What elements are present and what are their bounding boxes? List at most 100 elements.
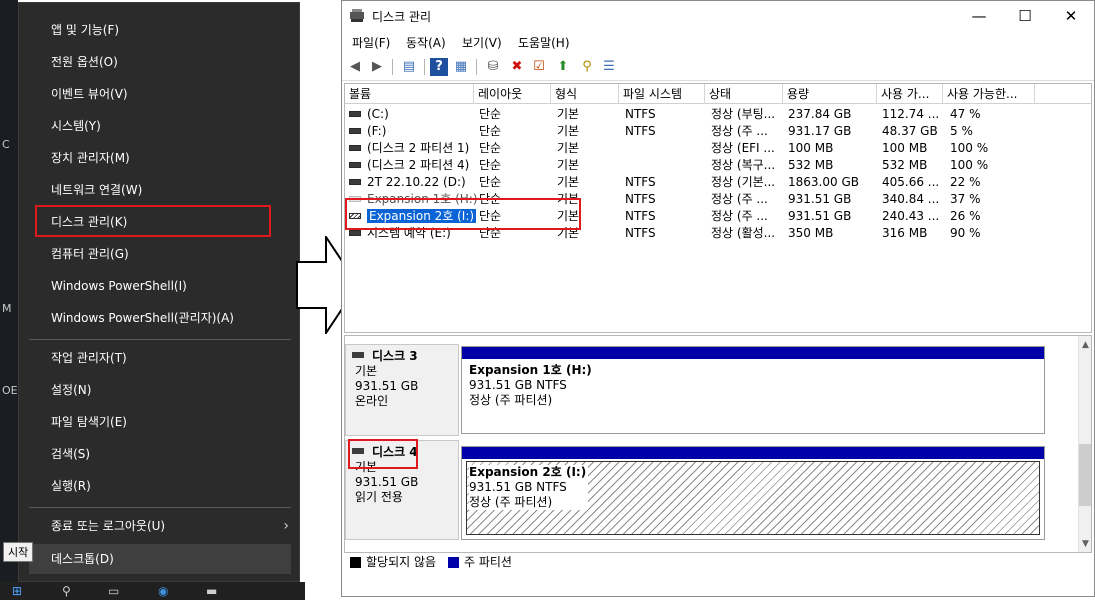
- disk-management-window: 디스크 관리 — ☐ ✕ 파일(F) 동작(A) 보기(V) 도움말(H) ◀ …: [341, 0, 1095, 597]
- menu-file[interactable]: 파일(F): [352, 34, 390, 51]
- close-button[interactable]: ✕: [1048, 1, 1094, 31]
- forward-icon[interactable]: ▶: [368, 58, 386, 76]
- menu-item-label: 시스템(Y): [51, 119, 101, 133]
- menu-item-file-explorer[interactable]: 파일 탐색기(E): [29, 407, 291, 437]
- menu-item-device-manager[interactable]: 장치 관리자(M): [29, 143, 291, 173]
- up-folder-icon[interactable]: ⬆: [554, 58, 572, 76]
- menu-item-settings[interactable]: 설정(N): [29, 375, 291, 405]
- windows-start-icon[interactable]: ⊞: [12, 584, 22, 598]
- cell-status: 정상 (복구...: [711, 158, 776, 172]
- menu-item-powershell-admin[interactable]: Windows PowerShell(관리자)(A): [29, 303, 291, 333]
- table-row[interactable]: (C:) 단순 기본 NTFS 정상 (부팅... 237.84 GB 112.…: [345, 106, 1091, 123]
- search-folder-icon[interactable]: ⚲: [578, 58, 596, 76]
- toolbar-separator: [392, 59, 393, 75]
- cell-capacity: 1863.00 GB: [788, 175, 859, 189]
- menu-item-label: 컴퓨터 관리(G): [51, 247, 129, 261]
- task-view-icon[interactable]: ▭: [108, 584, 119, 598]
- cell-capacity: 100 MB: [788, 141, 834, 155]
- menu-item-run[interactable]: 실행(R): [29, 471, 291, 501]
- delete-icon[interactable]: ✖: [508, 58, 526, 76]
- menu-item-label: Windows PowerShell(I): [51, 279, 187, 293]
- menu-item-search[interactable]: 검색(S): [29, 439, 291, 469]
- search-icon[interactable]: ⚲: [62, 584, 71, 598]
- disk-icon: [352, 352, 364, 358]
- table-row[interactable]: (디스크 2 파티션 1) 단순 기본 정상 (EFI ... 100 MB 1…: [345, 140, 1091, 157]
- desktop-icon-label-fragment: OE: [2, 384, 18, 397]
- legend-label-primary: 주 파티션: [464, 555, 512, 569]
- desktop-icon-label-fragment: M: [2, 302, 12, 315]
- settings-list-icon[interactable]: ☰: [600, 58, 618, 76]
- checklist-icon[interactable]: ☑: [530, 58, 548, 76]
- disk-size: 931.51 GB: [355, 475, 419, 489]
- scrollbar-thumb[interactable]: [1079, 444, 1091, 506]
- column-header-free-space[interactable]: 사용 가...: [877, 84, 943, 104]
- scroll-up-icon[interactable]: ▲: [1082, 340, 1089, 350]
- cell-volume: (F:): [349, 123, 386, 140]
- back-icon[interactable]: ◀: [346, 58, 364, 76]
- column-header-filesystem[interactable]: 파일 시스템: [619, 84, 705, 104]
- browser-icon[interactable]: ◉: [158, 584, 168, 598]
- column-header-capacity[interactable]: 용량: [783, 84, 877, 104]
- legend-label-unallocated: 할당되지 않음: [366, 555, 437, 569]
- cell-filesystem: NTFS: [625, 192, 656, 206]
- menu-item-event-viewer[interactable]: 이벤트 뷰어(V): [29, 79, 291, 109]
- menu-item-desktop[interactable]: 데스크톱(D): [29, 544, 291, 574]
- disk-status: 읽기 전용: [355, 490, 403, 504]
- drive-icon: [349, 179, 361, 185]
- partition-info: Expansion 2호 (I:) 931.51 GB NTFS 정상 (주 파…: [469, 465, 589, 510]
- minimize-button[interactable]: —: [956, 1, 1002, 31]
- connect-drive-icon[interactable]: ⛁: [484, 58, 502, 76]
- menu-item-label: 설정(N): [51, 383, 92, 397]
- toolbar: ◀ ▶ ▤ ? ▦ ⛁ ✖ ☑ ⬆ ⚲ ☰: [342, 54, 1094, 81]
- table-row[interactable]: (F:) 단순 기본 NTFS 정상 (주 ... 931.17 GB 48.3…: [345, 123, 1091, 140]
- menu-item-powershell[interactable]: Windows PowerShell(I): [29, 271, 291, 301]
- column-header-percent-free[interactable]: 사용 가능한...: [943, 84, 1035, 104]
- help-icon[interactable]: ?: [430, 58, 448, 76]
- volume-name: (C:): [367, 107, 389, 121]
- disk-info-3[interactable]: 디스크 3 기본 931.51 GB 온라인: [345, 344, 459, 436]
- cell-free-space: 240.43 ...: [882, 209, 940, 223]
- volume-name: 2T 22.10.22 (D:): [367, 175, 466, 189]
- volume-name: (F:): [367, 124, 387, 138]
- menu-item-task-manager[interactable]: 작업 관리자(T): [29, 343, 291, 373]
- menu-action[interactable]: 동작(A): [406, 34, 446, 51]
- cell-capacity: 532 MB: [788, 158, 834, 172]
- column-header-layout[interactable]: 레이아웃: [474, 84, 551, 104]
- menu-item-label: 작업 관리자(T): [51, 351, 127, 365]
- partition-status: 정상 (주 파티션): [469, 495, 553, 509]
- menu-item-network-connections[interactable]: 네트워크 연결(W): [29, 175, 291, 205]
- desktop-icon-label-fragment: C: [2, 138, 10, 151]
- menu-view[interactable]: 보기(V): [462, 34, 502, 51]
- menu-item-computer-management[interactable]: 컴퓨터 관리(G): [29, 239, 291, 269]
- maximize-button[interactable]: ☐: [1002, 1, 1048, 31]
- scroll-down-icon[interactable]: ▼: [1082, 539, 1089, 549]
- cell-layout: 단순: [479, 175, 502, 189]
- show-hide-console-tree-icon[interactable]: ▤: [400, 58, 418, 76]
- properties-icon[interactable]: ▦: [452, 58, 470, 76]
- menu-item-system[interactable]: 시스템(Y): [29, 111, 291, 141]
- menu-item-label: 전원 옵션(O): [51, 55, 118, 69]
- cell-status: 정상 (주 ...: [711, 124, 768, 138]
- table-row[interactable]: 2T 22.10.22 (D:) 단순 기본 NTFS 정상 (기본... 18…: [345, 174, 1091, 191]
- taskbar-app-icon[interactable]: ▬: [206, 584, 217, 598]
- table-row[interactable]: (디스크 2 파티션 4) 단순 기본 정상 (복구... 532 MB 532…: [345, 157, 1091, 174]
- drive-icon: [349, 128, 361, 134]
- column-header-type[interactable]: 형식: [551, 84, 619, 104]
- disk-management-app-icon: [350, 9, 364, 22]
- cell-volume: (C:): [349, 106, 389, 123]
- cell-free-space: 532 MB: [882, 158, 928, 172]
- partition-disk4[interactable]: Expansion 2호 (I:) 931.51 GB NTFS 정상 (주 파…: [461, 446, 1045, 540]
- menu-item-label: 데스크톱(D): [51, 552, 114, 566]
- menu-item-apps-features[interactable]: 앱 및 기능(F): [29, 15, 291, 45]
- column-header-volume[interactable]: 볼륨: [345, 84, 474, 104]
- menu-item-shutdown-signout[interactable]: 종료 또는 로그아웃(U) ›: [29, 511, 291, 541]
- partition-disk3[interactable]: Expansion 1호 (H:) 931.51 GB NTFS 정상 (주 파…: [461, 346, 1045, 434]
- menu-item-power-options[interactable]: 전원 옵션(O): [29, 47, 291, 77]
- menu-help[interactable]: 도움말(H): [518, 34, 570, 51]
- volume-list-header: 볼륨 레이아웃 형식 파일 시스템 상태 용량 사용 가... 사용 가능한..…: [345, 84, 1091, 104]
- volume-name: (디스크 2 파티션 4): [367, 158, 470, 172]
- cell-capacity: 350 MB: [788, 226, 834, 240]
- cell-free-space: 405.66 ...: [882, 175, 940, 189]
- column-header-status[interactable]: 상태: [705, 84, 783, 104]
- cell-percent-free: 100 %: [950, 158, 989, 172]
